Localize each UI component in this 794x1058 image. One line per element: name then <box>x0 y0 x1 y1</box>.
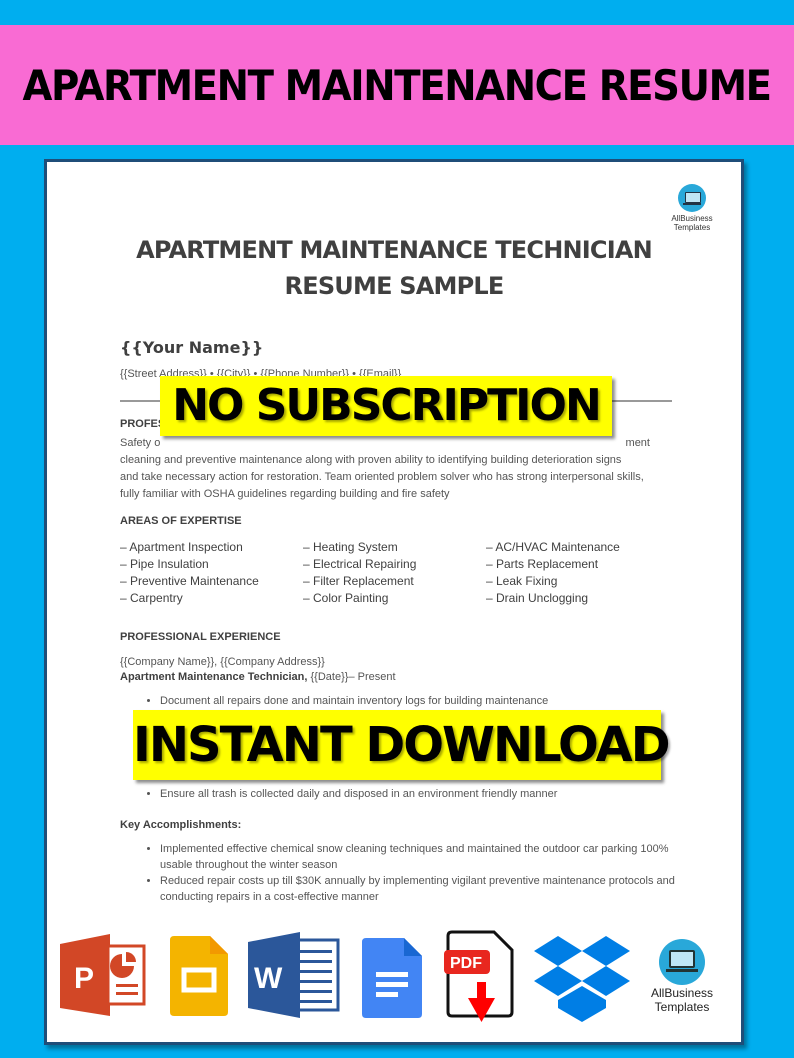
duty-item: Ensure all trash is collected daily and … <box>160 787 700 803</box>
svg-text:W: W <box>254 962 283 995</box>
pdf-download-icon: PDF <box>444 930 514 1022</box>
expertise-item: – Heating System <box>303 540 398 554</box>
allbusiness-logo: AllBusiness Templates <box>667 184 717 232</box>
format-icons-row: P W PDF AllBusiness Templates <box>60 930 740 1030</box>
expertise-item: – Preventive Maintenance <box>120 574 259 588</box>
word-icon: W <box>248 932 340 1018</box>
svg-text:PDF: PDF <box>450 955 482 972</box>
allbusiness-templates-logo: AllBusiness Templates <box>642 938 722 1014</box>
duties-list-continued: Ensure all trash is collected daily and … <box>135 787 700 804</box>
accomplishment-item: Implemented effective chemical snow clea… <box>160 842 680 873</box>
job-title-line: Apartment Maintenance Technician, {{Date… <box>120 671 396 683</box>
banner-title: APARTMENT MAINTENANCE RESUME <box>22 60 773 110</box>
instant-download-stamp: INSTANT DOWNLOAD <box>133 710 671 780</box>
expertise-item: – Color Painting <box>303 591 389 605</box>
accomplishment-item: Reduced repair costs up till $30K annual… <box>160 874 680 905</box>
title-banner: APARTMENT MAINTENANCE RESUME <box>0 25 794 145</box>
accomplishments-list: Implemented effective chemical snow clea… <box>135 842 680 906</box>
duties-list: Document all repairs done and maintain i… <box>135 694 700 711</box>
expertise-item: – Carpentry <box>120 591 183 605</box>
experience-heading: PROFESSIONAL EXPERIENCE <box>120 631 281 643</box>
laptop-icon <box>659 939 705 985</box>
expertise-item: – Drain Unclogging <box>486 591 589 605</box>
accomplishments-heading: Key Accomplishments: <box>120 819 242 831</box>
expertise-list: – Apartment Inspection – Heating System … <box>120 539 680 607</box>
expertise-item: – Pipe Insulation <box>120 557 209 571</box>
expertise-item: – Leak Fixing <box>486 574 558 588</box>
profile-heading: PROFES <box>120 418 166 430</box>
svg-text:P: P <box>74 962 94 995</box>
google-docs-icon <box>362 938 422 1018</box>
logo-text: AllBusiness Templates <box>671 214 713 232</box>
brand-label: AllBusiness Templates <box>650 986 714 1014</box>
your-name: {{Your Name}} <box>120 338 264 357</box>
expertise-item: – Apartment Inspection <box>120 540 243 554</box>
resume-preview: AllBusiness Templates APARTMENT MAINTENA… <box>44 159 744 1045</box>
duty-item: Document all repairs done and maintain i… <box>160 694 700 710</box>
no-subscription-stamp: NO SUBSCRIPTION <box>160 376 612 436</box>
expertise-item: – AC/HVAC Maintenance <box>486 540 620 554</box>
expertise-item: – Parts Replacement <box>486 557 599 571</box>
dropbox-icon <box>534 936 630 1022</box>
profile-summary: Safety o ment cleaning and preventive mai… <box>120 437 650 500</box>
expertise-heading: AREAS OF EXPERTISE <box>120 515 242 527</box>
expertise-item: – Filter Replacement <box>303 574 414 588</box>
expertise-item: – Electrical Repairing <box>303 557 417 571</box>
company-line: {{Company Name}}, {{Company Address}} <box>120 656 325 668</box>
powerpoint-icon: P <box>60 934 146 1016</box>
google-slides-icon <box>170 936 228 1016</box>
document-title: APARTMENT MAINTENANCE TECHNICIAN RESUME … <box>136 236 653 300</box>
laptop-icon <box>678 184 706 212</box>
